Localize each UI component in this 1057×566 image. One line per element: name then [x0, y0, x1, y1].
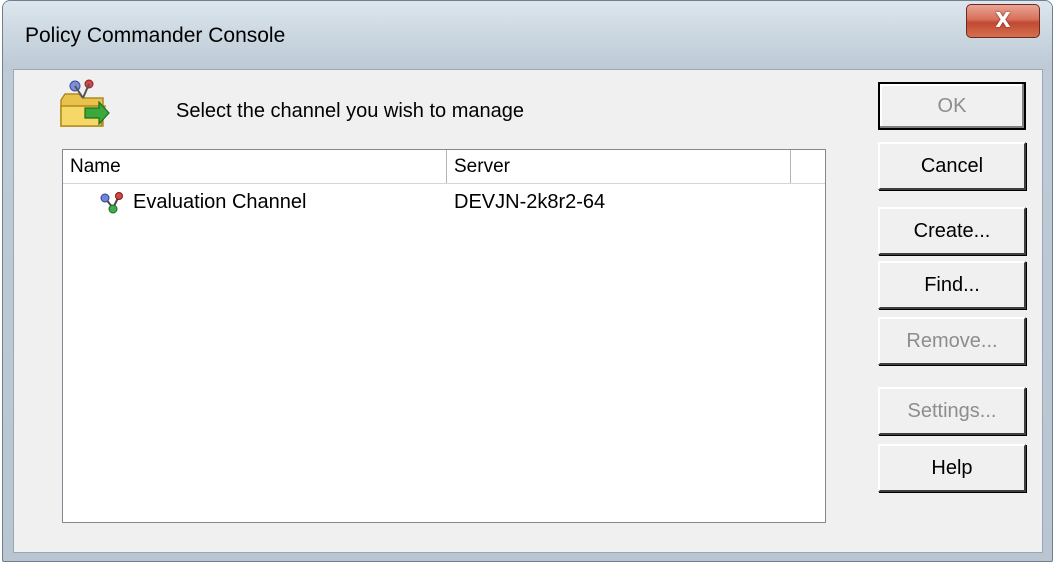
channel-list[interactable]: Name Server Evaluation Channel DEVJN-2k8…	[62, 149, 826, 523]
column-header-server[interactable]: Server	[447, 150, 791, 183]
remove-button[interactable]: Remove...	[878, 317, 1026, 365]
create-button[interactable]: Create...	[878, 207, 1026, 255]
column-header-name[interactable]: Name	[63, 150, 447, 183]
channel-icon	[100, 192, 123, 214]
close-button[interactable]: X	[966, 4, 1040, 38]
find-button[interactable]: Find...	[878, 261, 1026, 309]
list-item[interactable]: Evaluation Channel DEVJN-2k8r2-64	[63, 183, 825, 223]
dialog-window: Policy Commander Console X Select the ch…	[2, 0, 1053, 562]
channel-name: Evaluation Channel	[133, 191, 307, 213]
window-title: Policy Commander Console	[25, 24, 286, 47]
ok-button[interactable]: OK	[878, 82, 1026, 130]
help-button[interactable]: Help	[878, 444, 1026, 492]
column-header-filler	[791, 150, 825, 183]
list-header: Name Server	[63, 150, 825, 184]
title-bar[interactable]: Policy Commander Console X	[3, 1, 1052, 71]
settings-button[interactable]: Settings...	[878, 387, 1026, 435]
channel-server: DEVJN-2k8r2-64	[454, 191, 606, 213]
close-icon: X	[995, 8, 1011, 32]
channel-folder-icon	[60, 79, 110, 127]
cancel-button[interactable]: Cancel	[878, 142, 1026, 190]
instruction-text: Select the channel you wish to manage	[176, 100, 524, 122]
dialog-client-area: Select the channel you wish to manage Na…	[13, 69, 1043, 553]
